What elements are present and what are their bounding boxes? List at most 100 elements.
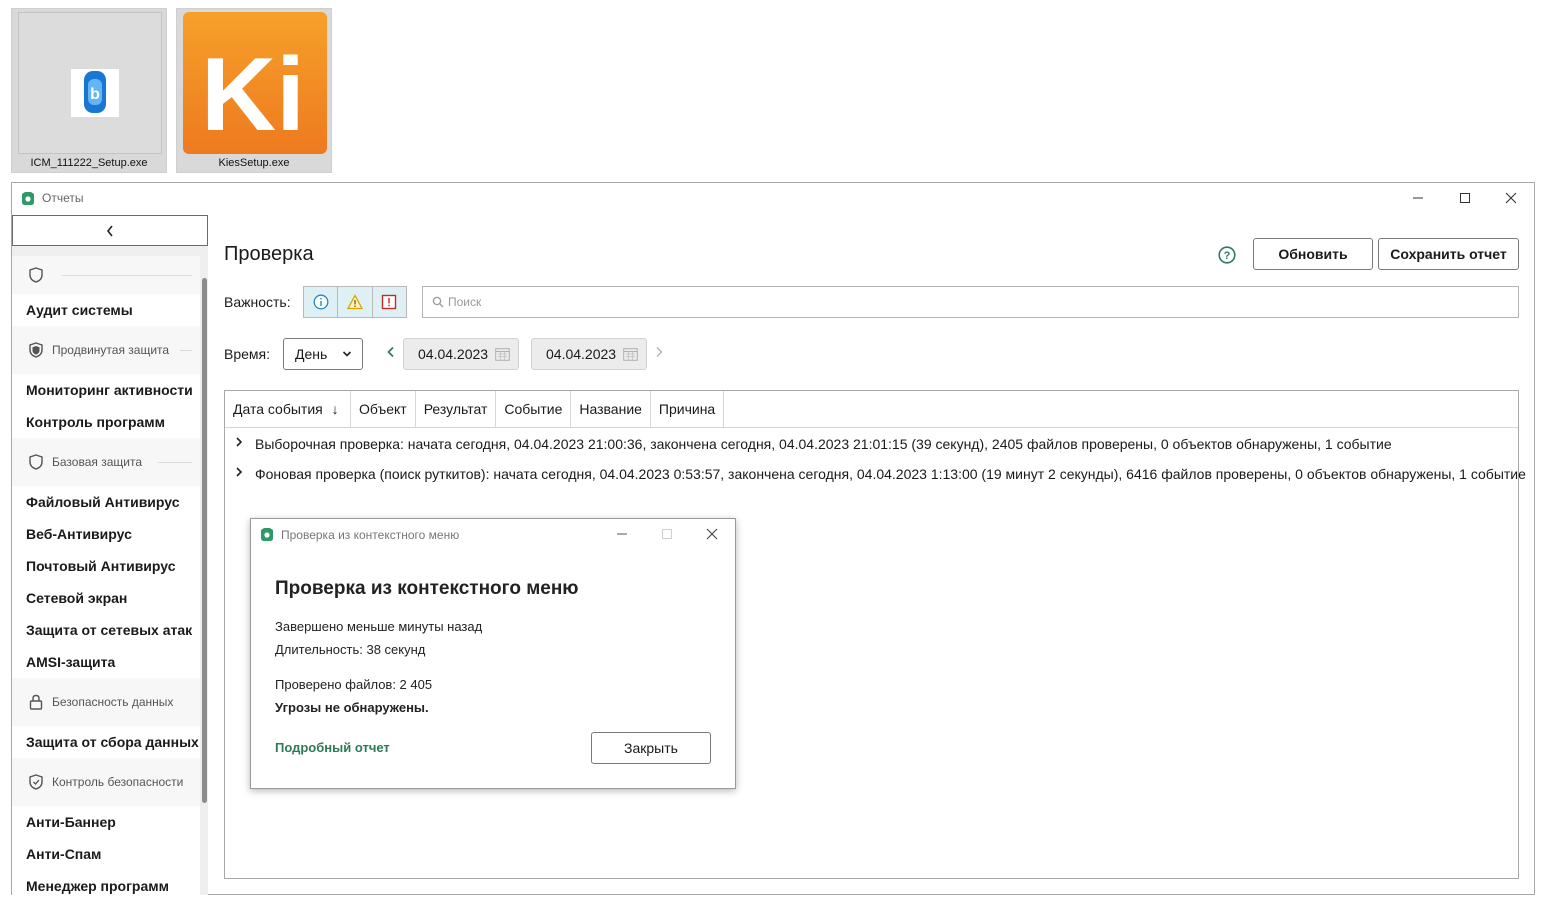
shield-icon — [29, 454, 43, 470]
sidebar-item-app-control[interactable]: Контроль программ — [12, 406, 200, 438]
svg-text:?: ? — [1224, 250, 1231, 262]
date-from-field[interactable]: 04.04.2023 — [403, 338, 519, 370]
maximize-icon — [662, 529, 672, 539]
save-report-button[interactable]: Сохранить отчет — [1378, 238, 1519, 270]
sidebar-group-security-control: Контроль безопасности — [12, 758, 200, 806]
close-window-button[interactable] — [1488, 183, 1534, 213]
period-select[interactable]: День — [283, 338, 363, 370]
maximize-button[interactable] — [1442, 183, 1488, 213]
column-header-reason[interactable]: Причина — [651, 391, 725, 428]
chevron-left-icon — [106, 225, 113, 236]
chevron-right-icon[interactable] — [235, 467, 243, 477]
period-value: День — [295, 346, 328, 362]
completed-text: Завершено меньше минуты назад — [275, 619, 483, 634]
calendar-icon — [495, 348, 510, 361]
installer-thumbnail: b — [18, 12, 162, 154]
sidebar-scrollbar[interactable] — [202, 278, 207, 803]
column-header-date[interactable]: Дата события ↓ — [225, 391, 351, 428]
dialog-title: Проверка из контекстного меню — [281, 528, 460, 542]
sidebar-items-basic: Файловый Антивирус Веб-Антивирус Почтовы… — [12, 486, 200, 678]
calendar-icon — [623, 348, 638, 361]
group-divider — [180, 350, 192, 351]
column-header-name[interactable]: Название — [571, 391, 651, 428]
severity-info-toggle[interactable] — [304, 287, 339, 317]
column-header-result[interactable]: Результат — [416, 391, 497, 428]
search-icon — [432, 296, 444, 308]
sidebar-item-system-audit[interactable]: Аудит системы — [12, 294, 200, 326]
svg-text:Ki: Ki — [201, 37, 305, 153]
sidebar-item-anti-spam[interactable]: Анти-Спам — [12, 838, 200, 870]
chevron-down-icon — [342, 351, 352, 357]
close-icon — [1505, 192, 1517, 204]
table-row[interactable]: Фоновая проверка (поиск руткитов): начат… — [225, 459, 1526, 489]
page-title: Проверка — [224, 243, 314, 265]
refresh-button[interactable]: Обновить — [1253, 238, 1373, 270]
minimize-icon — [1413, 197, 1423, 199]
chevron-right-icon[interactable] — [235, 437, 243, 447]
group-divider — [158, 462, 192, 463]
row-summary: Выборочная проверка: начата сегодня, 04.… — [255, 436, 1392, 452]
sidebar-items-data-security: Защита от сбора данных — [12, 726, 200, 758]
severity-filter — [303, 286, 407, 318]
files-checked-text: Проверено файлов: 2 405 — [275, 677, 433, 692]
kaspersky-app-icon — [22, 192, 34, 205]
sidebar-item-web-antivirus[interactable]: Веб-Антивирус — [12, 518, 200, 550]
desktop-icon-icm-setup[interactable]: b ICM_111222_Setup.exe — [11, 8, 167, 173]
dialog-maximize-button — [644, 519, 690, 549]
sidebar-item-data-collection[interactable]: Защита от сбора данных — [12, 726, 200, 758]
scan-result-dialog: Проверка из контекстного меню Проверка и… — [250, 518, 736, 789]
sidebar-item-amsi[interactable]: AMSI-защита — [12, 646, 200, 678]
info-icon — [313, 294, 329, 310]
severity-critical-toggle[interactable] — [372, 287, 406, 317]
sidebar: Аудит системы Продвинутая защита Монитор… — [12, 215, 208, 895]
group-label: Базовая защита — [52, 455, 142, 469]
table-row[interactable]: Выборочная проверка: начата сегодня, 04.… — [225, 429, 1518, 459]
minimize-button[interactable] — [1395, 183, 1441, 213]
sidebar-item-file-antivirus[interactable]: Файловый Антивирус — [12, 486, 200, 518]
group-label: Безопасность данных — [52, 695, 174, 709]
reports-window: Отчеты Аудит системы Продвинутая защита — [11, 182, 1535, 895]
next-period-button[interactable] — [654, 346, 664, 358]
duration-text: Длительность: 38 секунд — [275, 642, 426, 657]
column-header-object[interactable]: Объект — [351, 391, 416, 428]
column-header-event[interactable]: Событие — [496, 391, 572, 428]
sidebar-item-app-manager[interactable]: Менеджер программ — [12, 870, 200, 895]
search-input[interactable] — [448, 287, 1508, 317]
threats-status-text: Угрозы не обнаружены. — [275, 700, 429, 715]
desktop-icon-kies-setup[interactable]: Ki KiesSetup.exe — [176, 8, 332, 173]
help-icon[interactable]: ? — [1218, 246, 1236, 264]
dialog-titlebar: Проверка из контекстного меню — [251, 519, 735, 549]
sort-desc-icon: ↓ — [331, 401, 339, 417]
sidebar-item-mail-antivirus[interactable]: Почтовый Антивирус — [12, 550, 200, 582]
close-icon — [706, 528, 718, 540]
group-label: Продвинутая защита — [52, 343, 170, 357]
svg-text:b: b — [90, 86, 100, 103]
back-button[interactable] — [12, 215, 208, 246]
sidebar-items-security-control: Анти-Баннер Анти-Спам Менеджер программ — [12, 806, 200, 895]
dialog-minimize-button[interactable] — [599, 519, 645, 549]
sidebar-group-advanced: Продвинутая защита — [12, 326, 200, 374]
dialog-close-button[interactable] — [689, 519, 735, 549]
group-divider — [62, 275, 192, 276]
window-title: Отчеты — [42, 191, 84, 205]
sidebar-group-data-security: Безопасность данных — [12, 678, 200, 726]
shield-plus-icon — [29, 342, 43, 358]
row-summary: Фоновая проверка (поиск руткитов): начат… — [255, 466, 1526, 482]
detailed-report-link[interactable]: Подробный отчет — [275, 740, 390, 755]
group-label: Контроль безопасности — [52, 775, 184, 789]
severity-warning-toggle[interactable] — [338, 287, 373, 317]
minimize-icon — [617, 533, 627, 535]
close-dialog-button[interactable]: Закрыть — [591, 732, 711, 764]
shield-icon — [29, 267, 43, 283]
desktop-icon-label: ICM_111222_Setup.exe — [30, 157, 148, 169]
date-to-value: 04.04.2023 — [546, 346, 617, 362]
lock-icon — [29, 694, 43, 710]
sidebar-item-network-attack[interactable]: Защита от сетевых атак — [12, 614, 200, 646]
sidebar-item-firewall[interactable]: Сетевой экран — [12, 582, 200, 614]
kies-app-icon: Ki — [183, 12, 327, 154]
date-to-field[interactable]: 04.04.2023 — [531, 338, 647, 370]
previous-period-button[interactable] — [386, 346, 396, 358]
sidebar-item-activity-monitor[interactable]: Мониторинг активности — [12, 374, 200, 406]
sidebar-item-anti-banner[interactable]: Анти-Баннер — [12, 806, 200, 838]
bluetooth-app-icon: b — [71, 69, 119, 117]
